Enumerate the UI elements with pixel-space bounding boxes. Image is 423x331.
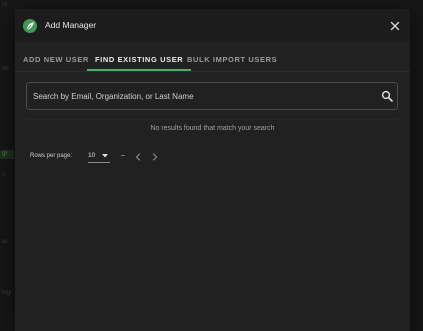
tab-bulk-import-users[interactable]: BULK IMPORT USERS <box>187 49 277 71</box>
search-input[interactable] <box>33 88 373 104</box>
close-button[interactable] <box>388 19 402 33</box>
rows-per-page-select[interactable]: 10 <box>88 151 110 163</box>
add-manager-dialog: Add Manager ADD NEW USER FIND EXISTING U… <box>15 9 410 331</box>
tab-divider <box>15 71 410 72</box>
dialog-title: Add Manager <box>45 20 97 30</box>
tab-find-existing-user[interactable]: FIND EXISTING USER <box>86 49 192 71</box>
backdrop-fragment: ar <box>2 239 8 245</box>
search-icon[interactable] <box>381 90 393 102</box>
tab-add-new-user[interactable]: ADD NEW USER <box>23 49 89 71</box>
empty-results-message: No results found that match your search <box>150 125 275 132</box>
dialog-header: Add Manager <box>15 9 410 42</box>
chevron-down-icon <box>102 154 108 158</box>
backdrop-fragment <box>30 0 120 6</box>
backdrop-fragment: n <box>2 172 6 178</box>
chevron-left-icon[interactable] <box>133 152 143 162</box>
chevron-right-icon[interactable] <box>150 152 160 162</box>
rows-per-page-label: Rows per page: <box>30 153 73 159</box>
backdrop-fragment: ingl <box>2 290 12 296</box>
close-icon <box>390 21 400 31</box>
rows-per-page-value: 10 <box>88 152 96 159</box>
backdrop-fragment: Ve <box>2 66 10 72</box>
search-field <box>26 82 398 110</box>
backdrop-fragment: ro <box>2 2 8 8</box>
backdrop-fragment: gr <box>2 151 8 157</box>
page-range-text: – <box>121 152 125 159</box>
leaf-logo-icon <box>23 19 37 33</box>
results-divider <box>26 119 398 120</box>
tab-bar: ADD NEW USER FIND EXISTING USER BULK IMP… <box>15 49 410 71</box>
pagination-bar: Rows per page: 10 – <box>15 151 410 167</box>
